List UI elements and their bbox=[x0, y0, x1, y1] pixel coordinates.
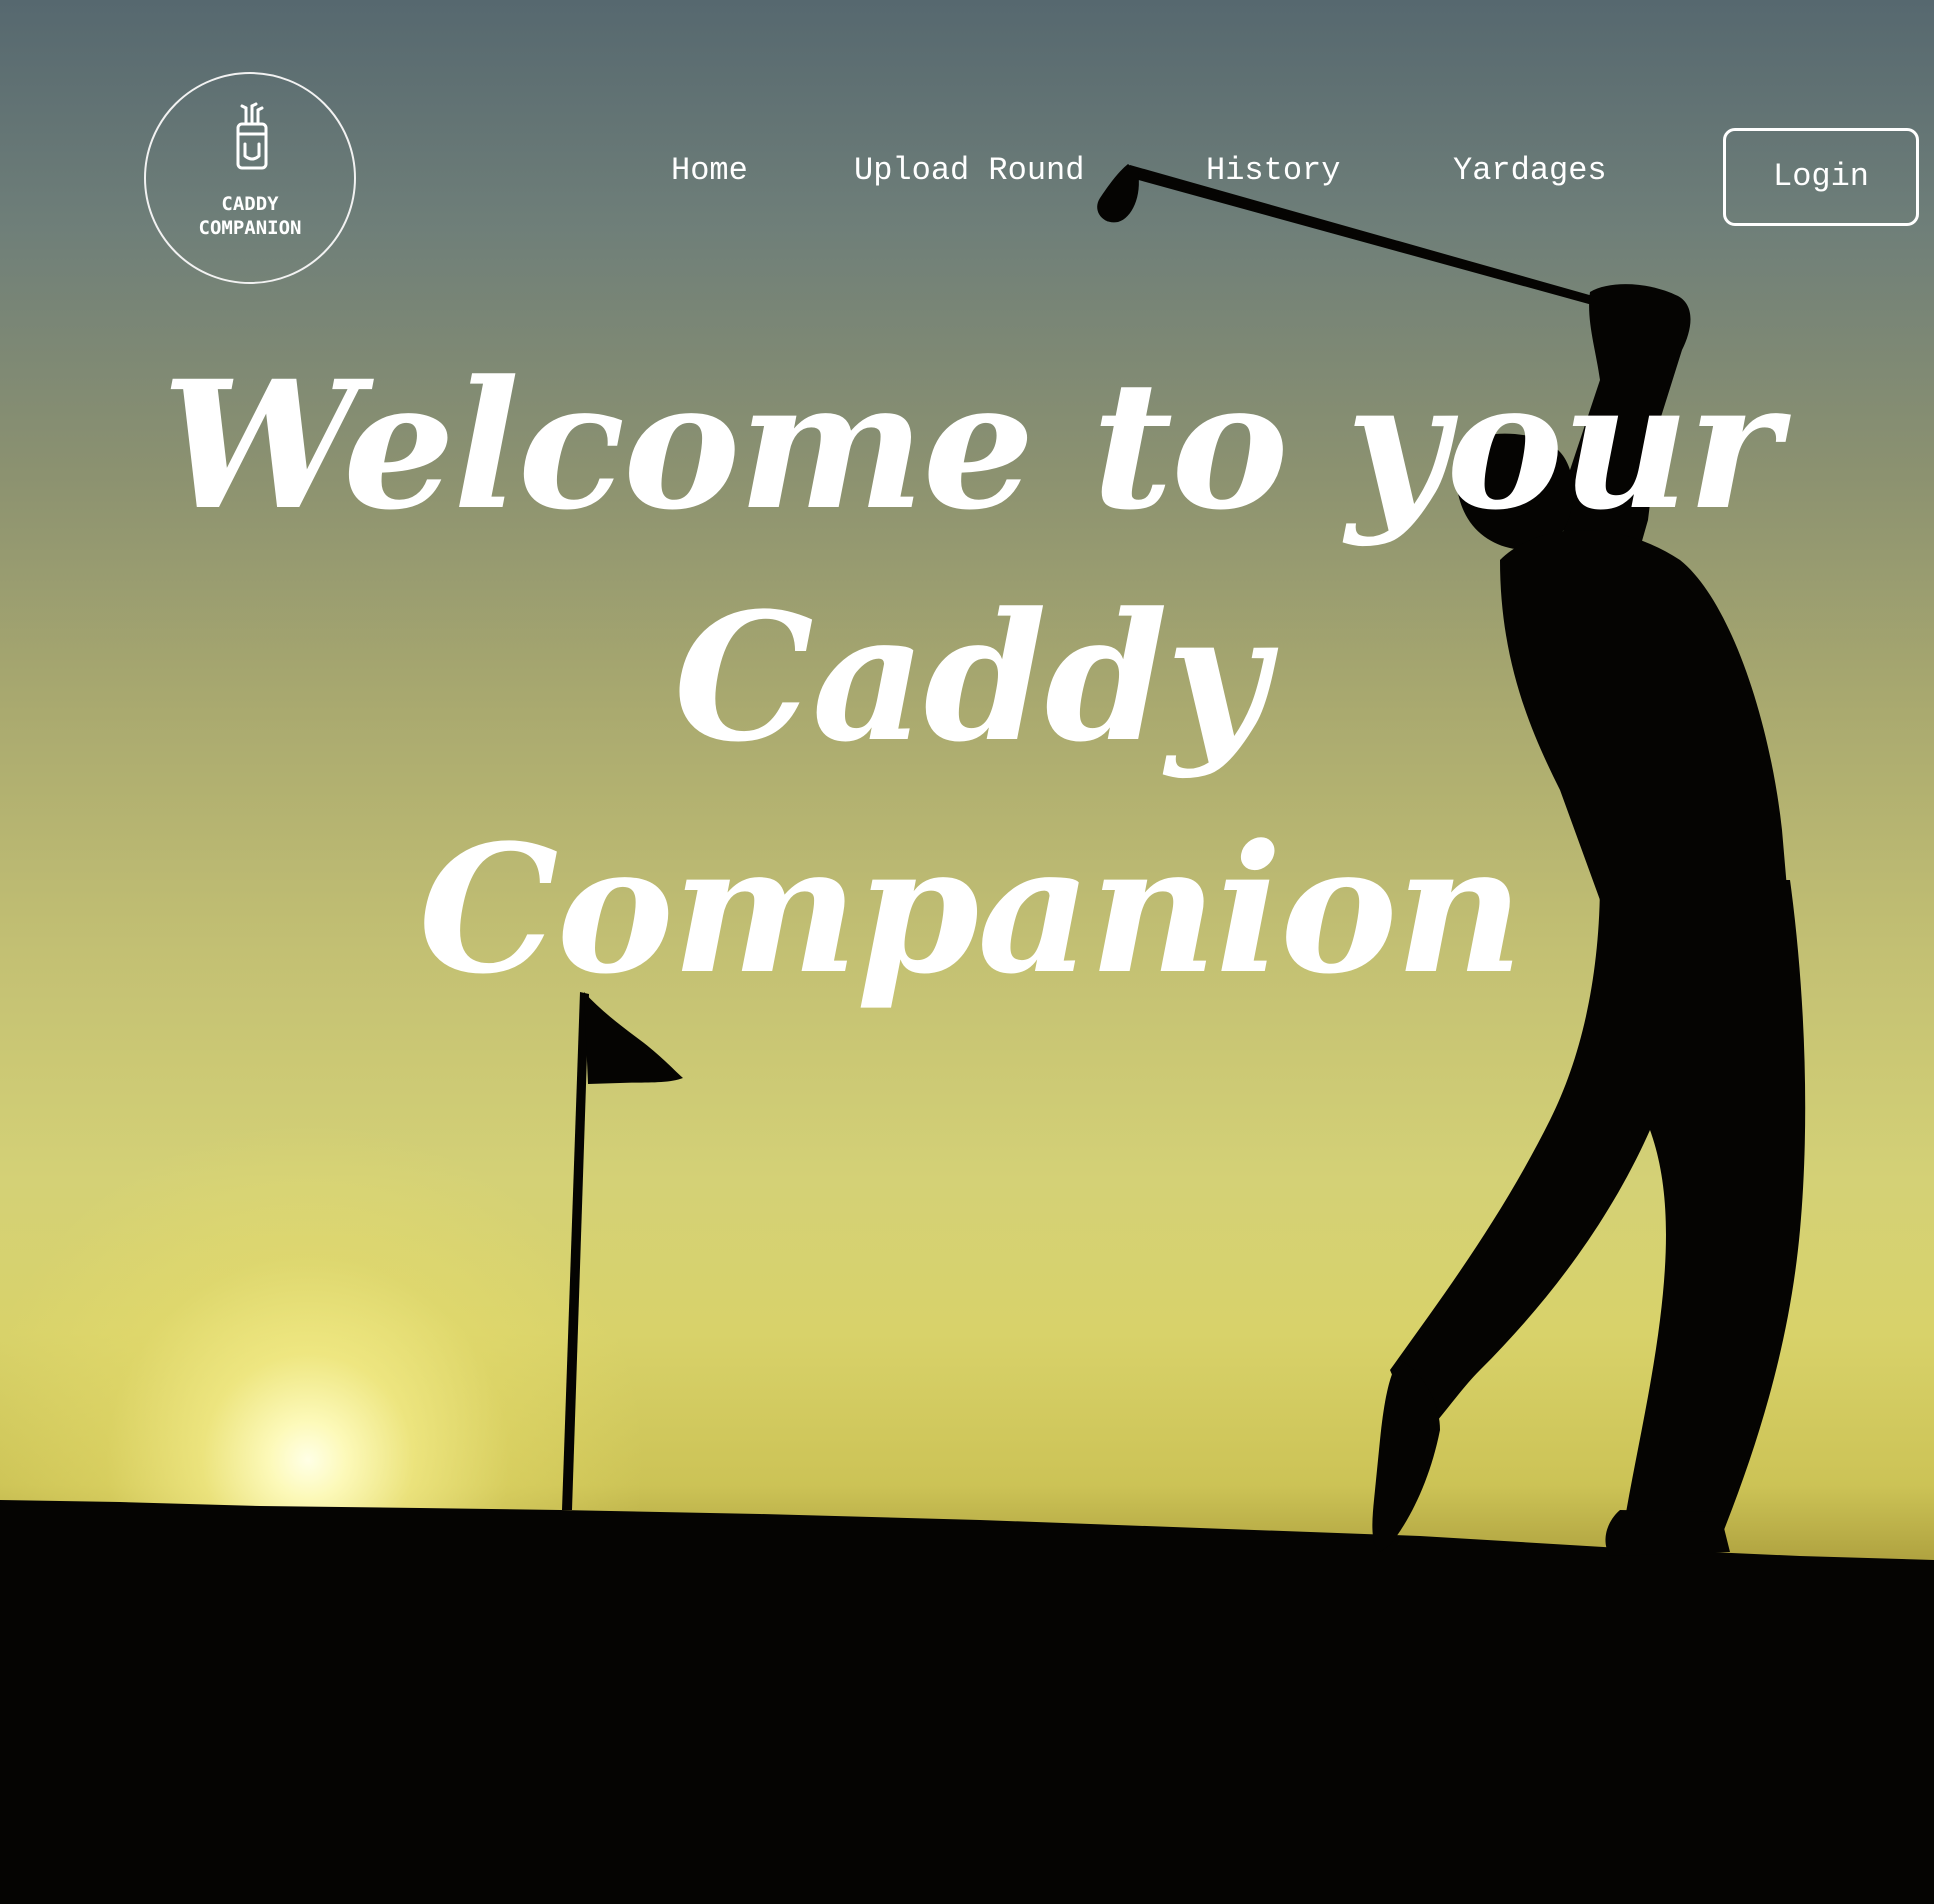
hero-title: Welcome to your Caddy Companion bbox=[120, 330, 1820, 1026]
login-button[interactable]: Login bbox=[1723, 128, 1919, 226]
ground-silhouette bbox=[0, 1500, 1934, 1904]
nav-history-link[interactable]: History bbox=[1206, 152, 1340, 189]
nav-upload-round-link[interactable]: Upload Round bbox=[854, 152, 1084, 189]
logo[interactable]: CADDY COMPANION bbox=[144, 72, 356, 284]
logo-line2: COMPANION bbox=[198, 217, 302, 239]
logo-line1: CADDY bbox=[221, 193, 279, 215]
nav-home-link[interactable]: Home bbox=[671, 152, 748, 189]
hero-title-line1: Welcome to your Caddy bbox=[161, 342, 1780, 781]
nav-yardages-link[interactable]: Yardages bbox=[1453, 152, 1607, 189]
golf-bag-icon bbox=[236, 102, 268, 170]
flag-silhouette bbox=[562, 992, 683, 1510]
page: CADDY COMPANION Home Upload Round Histor… bbox=[0, 0, 1934, 1904]
hero-title-line2: Companion bbox=[418, 806, 1524, 1013]
